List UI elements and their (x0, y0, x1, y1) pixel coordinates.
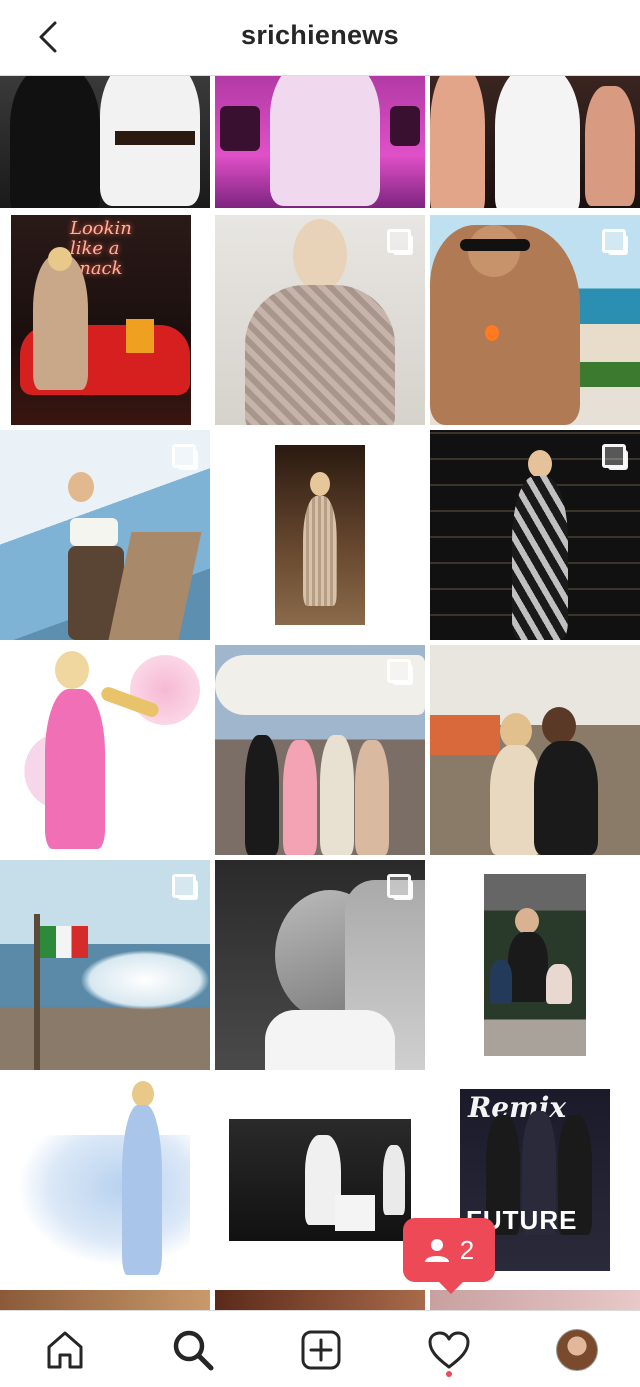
post-thumbnail-12[interactable] (430, 645, 640, 855)
post-thumbnail-13[interactable] (0, 860, 210, 1070)
nav-profile[interactable] (552, 1325, 602, 1375)
post-thumbnail-9[interactable] (430, 430, 640, 640)
post-thumbnail-14[interactable] (215, 860, 425, 1070)
post-thumbnail-6[interactable] (430, 215, 640, 425)
heart-icon (428, 1331, 470, 1369)
nav-home[interactable] (40, 1325, 90, 1375)
follow-notification-badge[interactable]: 2 (403, 1218, 495, 1294)
multiple-photos-icon (602, 229, 628, 255)
home-icon (47, 1331, 83, 1369)
post-thumbnail-11[interactable] (215, 645, 425, 855)
top-bar: srichienews (0, 0, 640, 76)
nav-search[interactable] (168, 1325, 218, 1375)
multiple-photos-icon (602, 444, 628, 470)
post-thumbnail-1[interactable] (0, 76, 210, 208)
multiple-photos-icon (387, 874, 413, 900)
multiple-photos-icon (387, 1089, 413, 1115)
avatar (556, 1329, 598, 1371)
activity-indicator-dot (446, 1371, 452, 1377)
post-thumbnail-19[interactable] (0, 1290, 210, 1310)
page-title: srichienews (241, 20, 399, 50)
multiple-photos-icon (387, 659, 413, 685)
post-thumbnail-16[interactable] (0, 1075, 210, 1285)
post-thumbnail-8[interactable] (215, 430, 425, 640)
post-thumbnail-10[interactable] (0, 645, 210, 855)
person-icon (424, 1239, 449, 1262)
multiple-photos-icon (387, 229, 413, 255)
search-icon (173, 1330, 214, 1371)
bottom-navigation (0, 1310, 640, 1387)
post-thumbnail-3[interactable] (430, 76, 640, 208)
multiple-photos-icon (172, 874, 198, 900)
nav-new-post[interactable] (296, 1325, 346, 1375)
notification-count: 2 (459, 1234, 475, 1265)
posts-grid: Lookin like a snack Remix FUTURE (0, 76, 640, 1310)
post-thumbnail-15[interactable] (430, 860, 640, 1070)
post-thumbnail-20[interactable] (215, 1290, 425, 1310)
post-thumbnail-17[interactable] (215, 1075, 425, 1285)
post-thumbnail-5[interactable] (215, 215, 425, 425)
multiple-photos-icon (172, 444, 198, 470)
post-thumbnail-4[interactable]: Lookin like a snack (0, 215, 210, 425)
nav-activity[interactable] (424, 1325, 474, 1375)
post-thumbnail-7[interactable] (0, 430, 210, 640)
add-post-icon (301, 1330, 341, 1370)
post-thumbnail-2[interactable] (215, 76, 425, 208)
